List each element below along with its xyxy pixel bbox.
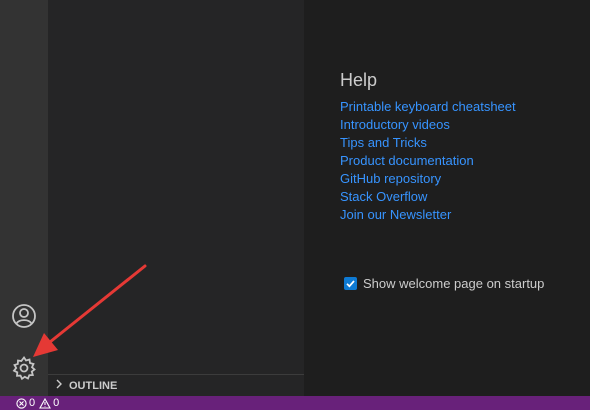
list-item: Tips and Tricks bbox=[340, 134, 516, 152]
gear-icon[interactable] bbox=[10, 354, 38, 382]
status-bar: 0 0 bbox=[0, 396, 590, 410]
checkmark-icon bbox=[346, 280, 355, 288]
outline-label: OUTLINE bbox=[69, 379, 118, 392]
link-github-repository[interactable]: GitHub repository bbox=[340, 171, 441, 186]
list-item: Product documentation bbox=[340, 152, 516, 170]
problems-warnings[interactable]: 0 bbox=[39, 397, 59, 409]
activity-bar bbox=[0, 0, 48, 396]
list-item: Stack Overflow bbox=[340, 188, 516, 206]
outline-section-header[interactable]: OUTLINE bbox=[48, 374, 304, 396]
problems-errors[interactable]: 0 bbox=[16, 397, 35, 409]
help-links: Printable keyboard cheatsheet Introducto… bbox=[340, 98, 516, 224]
link-join-newsletter[interactable]: Join our Newsletter bbox=[340, 207, 451, 222]
link-tips-and-tricks[interactable]: Tips and Tricks bbox=[340, 135, 427, 150]
vscode-window: OUTLINE Help Printable keyboard cheatshe… bbox=[0, 0, 590, 410]
sidebar: OUTLINE bbox=[48, 0, 304, 396]
list-item: Introductory videos bbox=[340, 116, 516, 134]
error-icon bbox=[16, 397, 27, 409]
list-item: Join our Newsletter bbox=[340, 206, 516, 224]
error-count: 0 bbox=[29, 397, 36, 409]
show-on-startup-checkbox[interactable] bbox=[344, 277, 357, 290]
startup-option: Show welcome page on startup bbox=[344, 276, 544, 291]
link-keyboard-cheatsheet[interactable]: Printable keyboard cheatsheet bbox=[340, 99, 516, 114]
link-product-documentation[interactable]: Product documentation bbox=[340, 153, 474, 168]
account-icon[interactable] bbox=[10, 302, 38, 330]
warning-icon bbox=[39, 397, 52, 409]
list-item: Printable keyboard cheatsheet bbox=[340, 98, 516, 116]
link-introductory-videos[interactable]: Introductory videos bbox=[340, 117, 450, 132]
list-item: GitHub repository bbox=[340, 170, 516, 188]
welcome-page: Help Printable keyboard cheatsheet Intro… bbox=[304, 0, 590, 396]
warning-count: 0 bbox=[53, 397, 60, 409]
help-heading: Help bbox=[340, 70, 378, 90]
chevron-right-icon bbox=[54, 379, 66, 392]
link-stack-overflow[interactable]: Stack Overflow bbox=[340, 189, 427, 204]
show-on-startup-label[interactable]: Show welcome page on startup bbox=[363, 276, 544, 291]
